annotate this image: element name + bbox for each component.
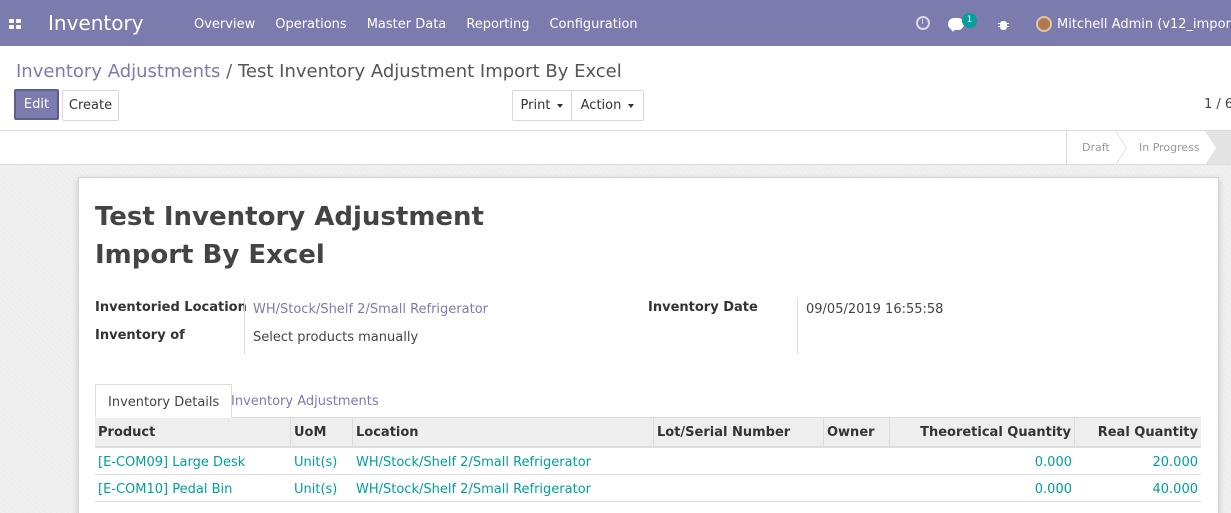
table-row[interactable]: [E-COM10] Pedal Bin Unit(s) WH/Stock/She…	[95, 475, 1201, 502]
cell-theoretical-quantity[interactable]: 0.000	[890, 475, 1075, 502]
edit-button[interactable]: Edit	[14, 89, 59, 120]
inventory-date-label: Inventory Date	[648, 300, 758, 315]
caret-down-icon	[557, 103, 564, 108]
action-label: Action	[580, 98, 622, 113]
table-header: Product UoM Location Lot/Serial Number O…	[95, 418, 1201, 448]
record-title: Test Inventory Adjustment Import By Exce…	[95, 198, 495, 274]
column-lot-serial[interactable]: Lot/Serial Number	[654, 418, 824, 446]
form-sheet: Test Inventory Adjustment Import By Exce…	[78, 177, 1219, 513]
app-title[interactable]: Inventory	[48, 11, 144, 35]
print-label: Print	[520, 98, 551, 113]
breadcrumb-current: Test Inventory Adjustment Import By Exce…	[237, 61, 622, 82]
cell-owner[interactable]	[824, 448, 890, 475]
pager-value[interactable]: 1 / 6	[1204, 97, 1231, 112]
table-row[interactable]: [E-COM09] Large Desk Unit(s) WH/Stock/Sh…	[95, 448, 1201, 475]
column-product[interactable]: Product	[95, 418, 291, 446]
inventory-of-value: Select products manually	[253, 330, 419, 345]
action-dropdown-button[interactable]: Action	[572, 90, 644, 121]
column-real-quantity[interactable]: Real Quantity	[1075, 418, 1201, 446]
top-navbar: Inventory Overview Operations Master Dat…	[0, 0, 1231, 46]
stage-arrow	[1205, 131, 1216, 165]
menu-operations[interactable]: Operations	[265, 0, 356, 46]
activity-clock-icon[interactable]	[916, 16, 930, 30]
breadcrumb-separator: /	[226, 61, 233, 82]
record-title-line-1: Test Inventory Adjustment	[95, 202, 484, 232]
stage-draft[interactable]: Draft	[1066, 131, 1116, 164]
tab-inventory-adjustments[interactable]: Inventory Adjustments	[219, 384, 391, 418]
main-menu: Overview Operations Master Data Reportin…	[184, 0, 648, 46]
stage-in-progress[interactable]: In Progress	[1116, 131, 1216, 164]
create-button[interactable]: Create	[62, 90, 119, 121]
breadcrumb-parent[interactable]: Inventory Adjustments	[16, 61, 220, 82]
field-divider	[244, 298, 245, 354]
cell-product[interactable]: [E-COM10] Pedal Bin	[95, 475, 291, 502]
cell-owner[interactable]	[824, 475, 890, 502]
status-bar: Draft In Progress	[0, 131, 1231, 165]
avatar[interactable]	[1036, 16, 1052, 32]
column-uom[interactable]: UoM	[291, 418, 353, 446]
breadcrumb: Inventory Adjustments / Test Inventory A…	[16, 61, 622, 82]
record-title-line-2: Import By Excel	[95, 240, 325, 270]
user-menu[interactable]: Mitchell Admin (v12_import_in	[1057, 17, 1231, 32]
inventory-lines-table: Product UoM Location Lot/Serial Number O…	[95, 418, 1201, 502]
menu-reporting[interactable]: Reporting	[456, 0, 539, 46]
cell-lot-serial[interactable]	[654, 475, 824, 502]
inventoried-location-label: Inventoried Location	[95, 300, 247, 315]
chat-badge: 1	[962, 13, 977, 28]
cell-real-quantity[interactable]: 20.000	[1075, 448, 1201, 475]
column-location[interactable]: Location	[353, 418, 654, 446]
cell-uom[interactable]: Unit(s)	[291, 475, 353, 502]
cell-real-quantity[interactable]: 40.000	[1075, 475, 1201, 502]
cell-theoretical-quantity[interactable]: 0.000	[890, 448, 1075, 475]
apps-menu-icon[interactable]	[9, 19, 21, 29]
cell-lot-serial[interactable]	[654, 448, 824, 475]
cell-product[interactable]: [E-COM09] Large Desk	[95, 448, 291, 475]
menu-overview[interactable]: Overview	[184, 0, 265, 46]
column-owner[interactable]: Owner	[824, 418, 890, 446]
cell-location[interactable]: WH/Stock/Shelf 2/Small Refrigerator	[353, 475, 654, 502]
debug-bug-icon[interactable]	[998, 18, 1009, 30]
inventory-date-value: 09/05/2019 16:55:58	[806, 302, 944, 317]
menu-configuration[interactable]: Configuration	[539, 0, 647, 46]
column-theoretical-quantity[interactable]: Theoretical Quantity	[890, 418, 1075, 446]
cell-location[interactable]: WH/Stock/Shelf 2/Small Refrigerator	[353, 448, 654, 475]
inventory-of-label: Inventory of	[95, 328, 185, 343]
caret-down-icon	[628, 103, 635, 108]
inventoried-location-value[interactable]: WH/Stock/Shelf 2/Small Refrigerator	[253, 302, 488, 317]
print-dropdown-button[interactable]: Print	[512, 90, 572, 121]
menu-master-data[interactable]: Master Data	[357, 0, 457, 46]
cell-uom[interactable]: Unit(s)	[291, 448, 353, 475]
notebook-tabs: Inventory Details Inventory Adjustments	[95, 384, 1201, 418]
field-divider	[797, 298, 798, 354]
tab-inventory-details[interactable]: Inventory Details	[95, 384, 233, 418]
